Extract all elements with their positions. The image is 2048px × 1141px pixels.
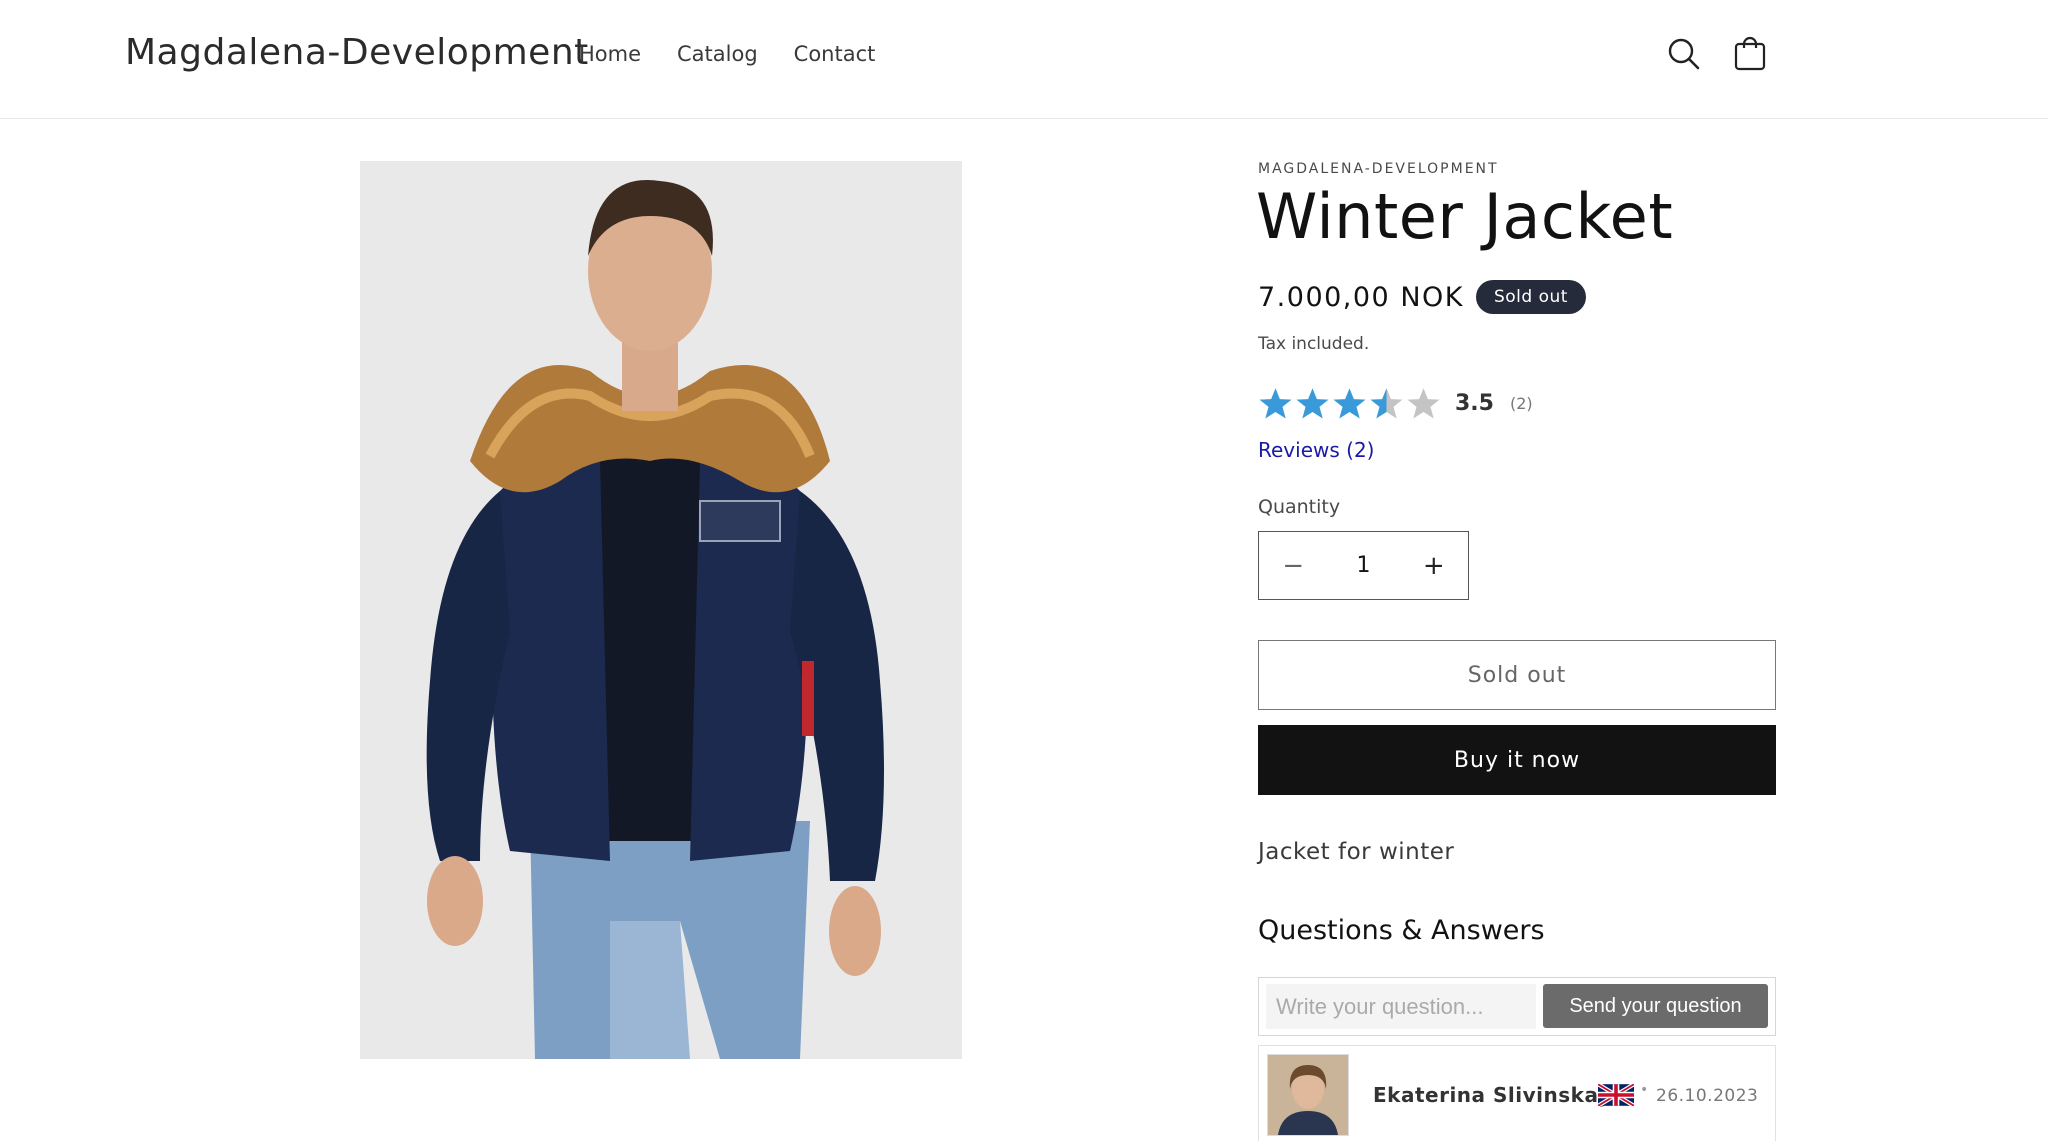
- product-description: Jacket for winter: [1258, 839, 1455, 865]
- product-title: Winter Jacket: [1256, 180, 1674, 253]
- nav-catalog[interactable]: Catalog: [677, 42, 758, 66]
- question-input[interactable]: [1266, 984, 1536, 1029]
- search-icon[interactable]: [1664, 34, 1704, 74]
- quantity-increase-button[interactable]: +: [1400, 532, 1469, 599]
- star-icon: [1259, 388, 1292, 419]
- buy-now-button[interactable]: Buy it now: [1258, 725, 1776, 795]
- product-price: 7.000,00 NOK: [1258, 281, 1464, 313]
- reviews-link[interactable]: Reviews (2): [1258, 438, 1374, 462]
- price-row: 7.000,00 NOK Sold out: [1258, 280, 1586, 314]
- nav-contact[interactable]: Contact: [794, 42, 876, 66]
- avatar-illustration: [1268, 1055, 1348, 1135]
- quantity-input[interactable]: [1327, 552, 1400, 579]
- question-author: Ekaterina Slivinskaya: [1373, 1083, 1626, 1107]
- nav-home[interactable]: Home: [579, 42, 641, 66]
- qa-heading: Questions & Answers: [1258, 915, 1545, 946]
- site-header: Magdalena-Development Home Catalog Conta…: [0, 0, 2048, 119]
- star-icon: [1296, 388, 1329, 419]
- avatar: [1267, 1054, 1349, 1136]
- question-date: 26.10.2023: [1656, 1086, 1759, 1106]
- question-form: Send your question: [1258, 977, 1776, 1036]
- product-vendor: MAGDALENA-DEVELOPMENT: [1258, 161, 1499, 177]
- star-icon: [1370, 388, 1403, 419]
- rating-stars: [1258, 386, 1441, 421]
- quantity-stepper: − +: [1258, 531, 1469, 600]
- quantity-decrease-button[interactable]: −: [1259, 532, 1328, 599]
- product-photo-illustration: [360, 161, 962, 1059]
- uk-flag-icon: [1598, 1084, 1634, 1106]
- product-image[interactable]: [360, 161, 962, 1059]
- quantity-label: Quantity: [1258, 496, 1341, 518]
- question-item: Ekaterina Slivinskaya • 26.10.2023: [1258, 1045, 1776, 1141]
- send-question-button[interactable]: Send your question: [1543, 984, 1768, 1028]
- separator-dot-icon: •: [1640, 1082, 1649, 1098]
- main-nav: Home Catalog Contact: [579, 42, 875, 66]
- cart-icon[interactable]: [1730, 34, 1770, 74]
- site-logo[interactable]: Magdalena-Development: [125, 32, 589, 73]
- rating-summary[interactable]: 3.5 (2): [1258, 386, 1533, 421]
- rating-count: (2): [1509, 394, 1533, 413]
- star-icon: [1407, 388, 1440, 419]
- sold-out-button[interactable]: Sold out: [1258, 640, 1776, 710]
- star-icon: [1333, 388, 1366, 419]
- sold-out-badge: Sold out: [1475, 280, 1586, 314]
- tax-note: Tax included.: [1258, 334, 1370, 354]
- rating-value: 3.5: [1455, 391, 1494, 416]
